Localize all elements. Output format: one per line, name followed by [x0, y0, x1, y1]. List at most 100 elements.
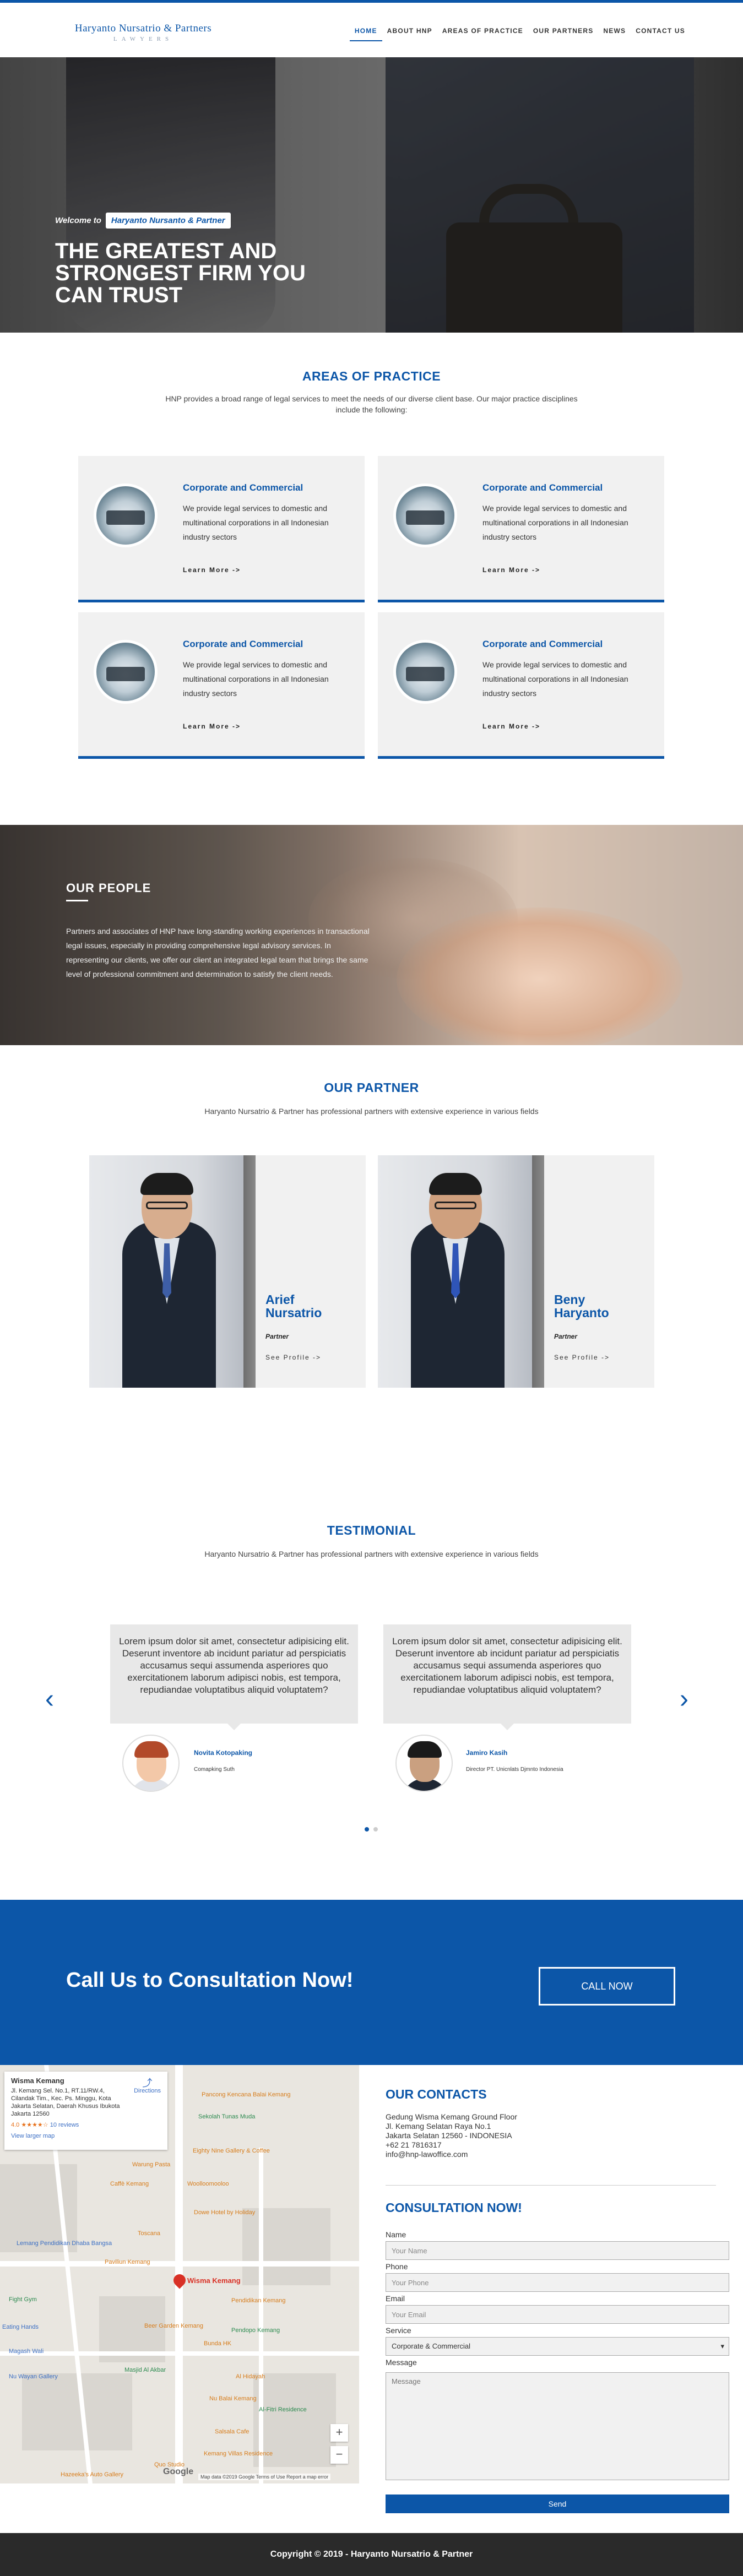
partner-name: Beny Haryanto	[554, 1292, 609, 1320]
testimonial-title: TESTIMONIAL	[327, 1523, 416, 1537]
testimonial-quote: Lorem ipsum dolor sit amet, consectetur …	[110, 1624, 358, 1730]
service-select[interactable]: Corporate & Commercial ▾	[386, 2337, 729, 2356]
map-poi: Kemang Villas Residence	[204, 2450, 273, 2457]
carousel-dot[interactable]	[373, 1827, 378, 1832]
learn-more-link[interactable]: Learn More ->	[482, 566, 540, 574]
send-button[interactable]: Send	[386, 2495, 729, 2513]
name-label: Name	[386, 2230, 406, 2239]
map-poi: Pendopo Kemang	[231, 2327, 280, 2334]
contacts-title: OUR CONTACTS	[386, 2087, 487, 2101]
testimonial-name: Jamiro Kasih	[466, 1749, 508, 1757]
map-block	[242, 2208, 330, 2285]
map-poi: Paviliun Kemang	[105, 2259, 150, 2265]
partner-title: OUR PARTNER	[324, 1080, 419, 1095]
testimonial-role: Director PT. Unicnlats Djmnto Indonesia	[466, 1767, 563, 1773]
map-poi: Al-Fitri Residence	[259, 2406, 307, 2413]
map-road	[0, 2351, 359, 2356]
practice-thumbnail	[94, 483, 158, 547]
partner-stripe	[532, 1155, 544, 1388]
learn-more-link[interactable]: Learn More ->	[183, 722, 241, 730]
zoom-out-button[interactable]: −	[330, 2446, 348, 2464]
map-pin-icon[interactable]	[171, 2271, 188, 2289]
site-footer: Copyright © 2019 - Haryanto Nursatrio & …	[0, 2533, 743, 2576]
site-header: Haryanto Nursatrio & Partners LAWYERS HO…	[0, 0, 743, 57]
directions-icon: ⤴	[142, 2078, 153, 2089]
nav-news[interactable]: NEWS	[598, 27, 631, 41]
see-profile-link[interactable]: See Profile ->	[554, 1354, 610, 1361]
nav-home[interactable]: HOME	[349, 27, 382, 41]
map-poi: Salsala Cafe	[215, 2428, 250, 2435]
directions-button[interactable]: ⤴ Directions	[134, 2078, 161, 2095]
testimonial-subtitle: Haryanto Nursatrio & Partner has profess…	[204, 1550, 539, 1558]
people-section: OUR PEOPLE Partners and associates of HN…	[0, 825, 743, 1045]
chevron-right-icon[interactable]: ›	[680, 1686, 688, 1713]
practice-thumbnail	[393, 640, 457, 704]
form-title: CONSULTATION NOW!	[386, 2200, 522, 2215]
map-poi: Eating Hands	[2, 2324, 39, 2330]
testimonial-avatar	[395, 1735, 453, 1792]
people-text: Partners and associates of HNP have long…	[66, 927, 370, 979]
practice-thumbnail	[94, 640, 158, 704]
partner-subtitle: Haryanto Nursatrio & Partner has profess…	[204, 1107, 539, 1116]
copyright-text: Copyright © 2019 - Haryanto Nursatrio & …	[270, 2550, 473, 2559]
practice-card[interactable]: Corporate and Commercial We provide lega…	[78, 612, 365, 759]
map-poi: Nu Wayan Gallery	[9, 2373, 58, 2380]
map-poi: Caffè Kemang	[110, 2181, 149, 2187]
partner-stripe	[243, 1155, 256, 1388]
hero-title: THE GREATEST AND STRONGEST FIRM YOU CAN …	[55, 239, 306, 307]
map-poi: Pancong Kencana Balai Kemang	[202, 2091, 291, 2098]
title-underline	[66, 900, 88, 901]
practice-card-title: Corporate and Commercial	[482, 639, 603, 649]
google-map[interactable]: Pancong Kencana Balai Kemang Sekolah Tun…	[0, 2065, 359, 2483]
welcome-text: Welcome to	[55, 216, 101, 225]
partner-role: Partner	[554, 1333, 578, 1340]
map-poi: Woolloomooloo	[187, 2181, 229, 2187]
email-input[interactable]	[386, 2305, 729, 2324]
divider	[386, 2185, 716, 2186]
practice-card[interactable]: Corporate and Commercial We provide lega…	[78, 456, 365, 602]
map-poi: Fight Gym	[9, 2296, 37, 2303]
map-poi: Nu Balai Kemang	[209, 2395, 257, 2402]
practice-card[interactable]: Corporate and Commercial We provide lega…	[378, 612, 664, 759]
testimonial-name: Novita Kotopaking	[194, 1749, 253, 1757]
map-poi: Al Hidayah	[236, 2373, 265, 2380]
chevron-left-icon[interactable]: ‹	[45, 1686, 54, 1713]
service-label: Service	[386, 2326, 411, 2335]
view-larger-map-link[interactable]: View larger map	[11, 2132, 161, 2140]
partner-role: Partner	[265, 1333, 289, 1340]
map-poi: Bunda HK	[204, 2340, 232, 2347]
name-input[interactable]	[386, 2241, 729, 2260]
map-place-card: Wisma Kemang Jl. Kemang Sel. No.1, RT.11…	[4, 2072, 167, 2150]
nav-practice[interactable]: AREAS OF PRACTICE	[437, 27, 528, 41]
map-poi: Dowe Hotel by Holiday	[194, 2209, 256, 2216]
learn-more-link[interactable]: Learn More ->	[482, 722, 540, 730]
map-poi: Toscana	[138, 2230, 160, 2237]
see-profile-link[interactable]: See Profile ->	[265, 1354, 321, 1361]
message-textarea[interactable]	[386, 2372, 729, 2480]
partner-name: Arief Nursatrio	[265, 1292, 322, 1320]
hero-banner: Welcome to Haryanto Nursanto & Partner T…	[0, 57, 743, 333]
map-rating: 4.0 ★★★★☆ 10 reviews	[11, 2122, 79, 2128]
carousel-dot-active[interactable]	[365, 1827, 369, 1832]
nav-about[interactable]: ABOUT HNP	[382, 27, 437, 41]
zoom-in-button[interactable]: +	[330, 2424, 348, 2442]
map-poi: Magash Wali	[9, 2348, 44, 2355]
practice-card-title: Corporate and Commercial	[482, 482, 603, 493]
phone-input[interactable]	[386, 2273, 729, 2292]
map-poi: Pendidikan Kemang	[231, 2297, 286, 2304]
practice-card-title: Corporate and Commercial	[183, 639, 303, 649]
practice-card-text: We provide legal services to domestic an…	[482, 504, 628, 541]
partner-card[interactable]: Beny Haryanto Partner See Profile ->	[378, 1155, 654, 1388]
practice-subtitle: HNP provides a broad range of legal serv…	[165, 394, 578, 414]
learn-more-link[interactable]: Learn More ->	[183, 566, 241, 574]
map-poi: Masjid Al Akbar	[124, 2367, 166, 2373]
testimonial-avatar	[122, 1735, 180, 1792]
practice-card[interactable]: Corporate and Commercial We provide lega…	[378, 456, 664, 602]
main-nav: HOME ABOUT HNP AREAS OF PRACTICE OUR PAR…	[349, 27, 690, 41]
partner-card[interactable]: Arief Nursatrio Partner See Profile ->	[89, 1155, 366, 1388]
site-logo[interactable]: Haryanto Nursatrio & Partners LAWYERS	[55, 23, 231, 42]
call-now-button[interactable]: CALL NOW	[539, 1967, 675, 2006]
practice-card-text: We provide legal services to domestic an…	[183, 504, 329, 541]
nav-partners[interactable]: OUR PARTNERS	[528, 27, 599, 41]
nav-contact[interactable]: CONTACT US	[631, 27, 690, 41]
